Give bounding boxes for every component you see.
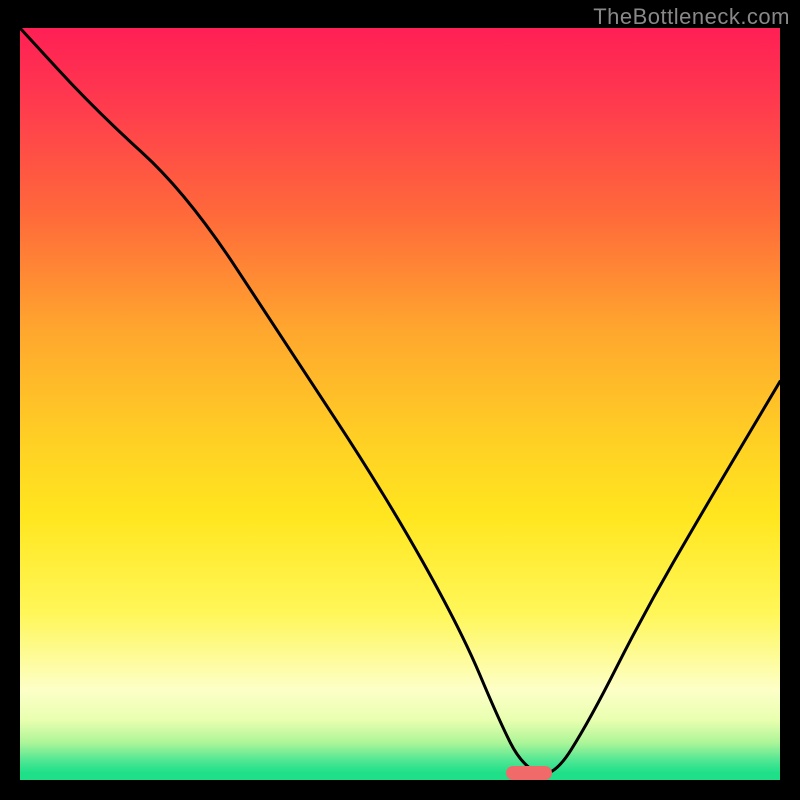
chart-frame: TheBottleneck.com: [0, 0, 800, 800]
watermark-text: TheBottleneck.com: [593, 4, 790, 30]
optimal-marker: [506, 766, 552, 780]
plot-area: [20, 28, 780, 780]
bottleneck-curve: [20, 28, 780, 780]
